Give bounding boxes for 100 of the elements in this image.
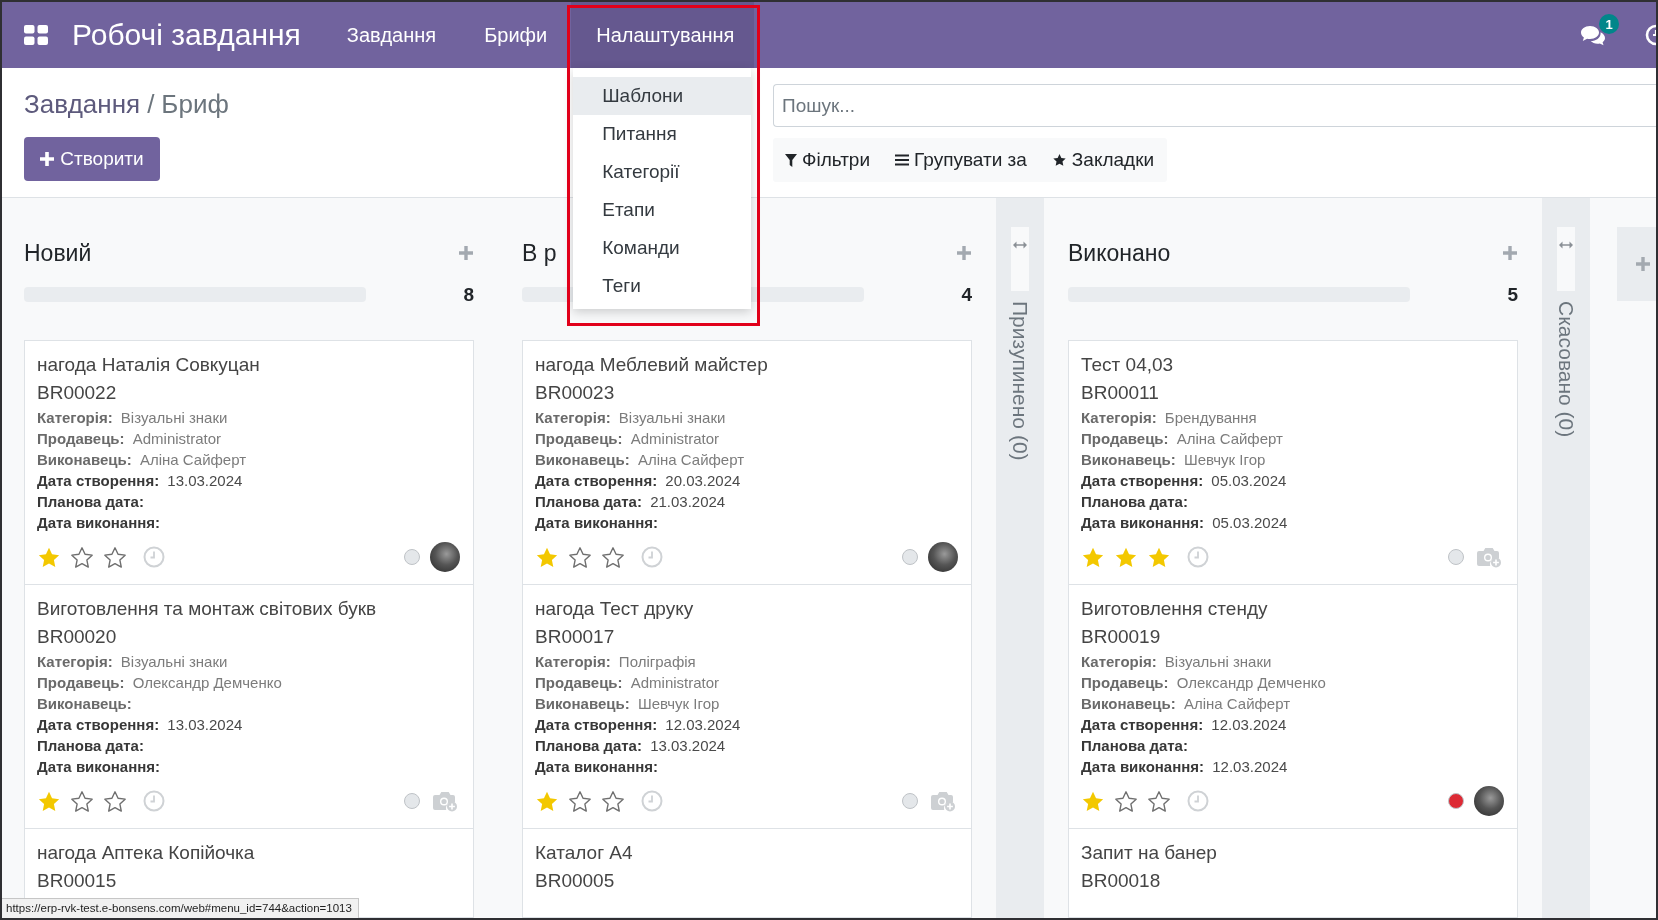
field-label: Категорія: <box>37 653 113 670</box>
kanban-card[interactable]: Каталог А4 BR00005 <box>522 829 972 918</box>
kanban-card[interactable]: Тест 04,03 BR00011 Категорія: Брендування Продавець: Аліна Сайферт Виконавець: Шевчук Ігор Дата створення: 05.03.2024 Планова дата: Дата виконання: 05.03.2024 <box>1068 340 1518 585</box>
search-field[interactable]: Пошук... <box>773 84 1656 127</box>
dropdown-item[interactable]: Категорії <box>573 153 752 191</box>
star-outline-icon[interactable] <box>70 789 94 813</box>
field-label: Продавець: <box>37 430 125 447</box>
star-outline-icon[interactable] <box>568 789 592 813</box>
field-label: Продавець: <box>535 430 623 447</box>
column-title: В р <box>522 239 557 267</box>
camera-plus-icon[interactable] <box>432 790 458 812</box>
card-reference: BR00023 <box>535 381 616 405</box>
star-outline-icon[interactable] <box>103 789 127 813</box>
field-value: 12.03.2024 <box>665 716 741 733</box>
plus-icon[interactable] <box>1503 246 1517 260</box>
field-label: Виконавець: <box>37 695 132 712</box>
card-title: Виготовлення стенду <box>1081 597 1269 621</box>
breadcrumb-current: Бриф <box>161 88 229 120</box>
priority-stars[interactable] <box>37 545 127 569</box>
status-dot[interactable] <box>902 549 918 565</box>
star-outline-icon[interactable] <box>103 545 127 569</box>
star-outline-icon[interactable] <box>601 789 625 813</box>
dropdown-item[interactable]: Теги <box>573 267 752 305</box>
funnel-icon <box>785 153 797 167</box>
priority-stars[interactable] <box>535 545 625 569</box>
field-label: Планова дата: <box>37 493 144 510</box>
record-count: 8 <box>463 283 474 306</box>
field-label: Продавець: <box>535 674 623 691</box>
dropdown-item[interactable]: Команди <box>573 229 752 267</box>
star-outline-icon[interactable] <box>568 545 592 569</box>
status-dot[interactable] <box>1448 793 1464 809</box>
kanban-card[interactable]: Запит на банер BR00018 <box>1068 829 1518 918</box>
star-outline-icon[interactable] <box>1147 789 1171 813</box>
plus-icon[interactable] <box>957 246 971 260</box>
menu-item[interactable]: Завдання <box>322 2 461 68</box>
star-outline-icon[interactable] <box>1114 789 1138 813</box>
field-label: Дата виконання: <box>1081 758 1205 775</box>
status-dot[interactable] <box>404 549 420 565</box>
priority-stars[interactable] <box>1081 789 1171 813</box>
field-value: Олександр Демченко <box>1176 674 1326 691</box>
field-value: Administrator <box>630 674 720 691</box>
record-count: 5 <box>1507 283 1518 306</box>
unfold-handle[interactable] <box>1011 227 1029 291</box>
camera-plus-icon[interactable] <box>1476 546 1502 568</box>
avatar-placeholder[interactable] <box>1474 786 1504 816</box>
camera-plus-icon[interactable] <box>930 790 956 812</box>
card-reference: BR00018 <box>1081 869 1162 893</box>
field-label: Планова дата: <box>535 493 642 510</box>
star-outline-icon[interactable] <box>601 545 625 569</box>
kanban-card[interactable]: нагода Наталія Совкуцан BR00022 Категорія: Візуальні знаки Продавець: Administrator Виконавець: Аліна Сайферт Дата створення: 13.03.2024 Планова дата: Дата виконання: <box>24 340 474 585</box>
column-title: Виконано <box>1068 239 1171 267</box>
kanban-card[interactable]: нагода Меблевий майстер BR00023 Категорія: Візуальні знаки Продавець: Administrator Виконавець: Аліна Сайферт Дата створення: 20.03.2024 Планова дата: 21.03.2024 Дата виконання: <box>522 340 972 585</box>
status-dot[interactable] <box>1448 549 1464 565</box>
apps-grid-icon[interactable] <box>24 25 48 45</box>
star-outline-icon[interactable] <box>70 545 94 569</box>
plus-icon <box>1636 257 1650 271</box>
create-button[interactable]: Створити <box>24 137 160 181</box>
dropdown-item[interactable]: Шаблони <box>573 77 752 115</box>
dropdown-item[interactable]: Питання <box>573 115 752 153</box>
field-value: 12.03.2024 <box>1211 716 1287 733</box>
folded-column[interactable]: Скасовано (0) <box>1542 198 1590 918</box>
field-value: Поліграфія <box>618 653 696 670</box>
dropdown-item[interactable]: Етапи <box>573 191 752 229</box>
field-label: Дата створення: <box>1081 716 1204 733</box>
filters-button[interactable]: Фільтри <box>785 149 871 171</box>
kanban-card[interactable]: Виготовлення стенду BR00019 Категорія: Візуальні знаки Продавець: Олександр Демченко Виконавець: Аліна Сайферт Дата створення: 12.03.2024 Планова дата: Дата виконання: 12.03.2024 <box>1068 585 1518 829</box>
field-label: Дата виконання: <box>37 758 161 775</box>
kanban-card[interactable]: нагода Тест друку BR00017 Категорія: Поліграфія Продавець: Administrator Виконавець: Шевчук Ігор Дата створення: 12.03.2024 Планова дата: 13.03.2024 Дата виконання: <box>522 585 972 829</box>
favorites-button[interactable]: Закладки <box>1051 149 1155 171</box>
folded-column[interactable]: Призупинено (0) <box>996 198 1044 918</box>
avatar-placeholder[interactable] <box>928 542 958 572</box>
avatar-placeholder[interactable] <box>430 542 460 572</box>
menu-item[interactable]: Налаштування <box>571 2 755 68</box>
field-label: Планова дата: <box>1081 493 1188 510</box>
card-title: нагода Наталія Совкуцан <box>37 353 261 377</box>
kanban-card[interactable]: Виготовлення та монтаж світових букв BR00020 Категорія: Візуальні знаки Продавець: Олександр Демченко Виконавець: Дата створення: 13.03.2024 Планова дата: Дата виконання: <box>24 585 474 829</box>
card-title: Виготовлення та монтаж світових букв <box>37 597 378 621</box>
column-title: Призупинено (0) <box>1008 301 1032 461</box>
field-label: Дата створення: <box>37 472 160 489</box>
unfold-handle[interactable] <box>1557 227 1575 291</box>
group-by-button[interactable]: Групувати за <box>895 149 1027 171</box>
field-value: Аліна Сайферт <box>637 451 745 468</box>
field-label: Категорія: <box>1081 653 1157 670</box>
add-column-button[interactable] <box>1617 227 1656 301</box>
priority-stars[interactable] <box>535 789 625 813</box>
menu-item[interactable]: Брифи <box>460 2 572 68</box>
chat-icon[interactable] <box>1580 24 1606 46</box>
field-value: Олександр Демченко <box>132 674 282 691</box>
priority-stars[interactable] <box>37 789 127 813</box>
field-label: Виконавець: <box>1081 695 1176 712</box>
status-dot[interactable] <box>404 793 420 809</box>
breadcrumb-link[interactable]: Завдання <box>24 88 141 120</box>
field-label: Планова дата: <box>37 737 144 754</box>
field-label: Категорія: <box>535 653 611 670</box>
field-label: Дата створення: <box>535 472 658 489</box>
plus-icon[interactable] <box>459 246 473 260</box>
card-reference: BR00011 <box>1081 381 1160 405</box>
double-arrow-icon <box>1013 241 1027 249</box>
status-dot[interactable] <box>902 793 918 809</box>
field-label: Виконавець: <box>37 451 132 468</box>
